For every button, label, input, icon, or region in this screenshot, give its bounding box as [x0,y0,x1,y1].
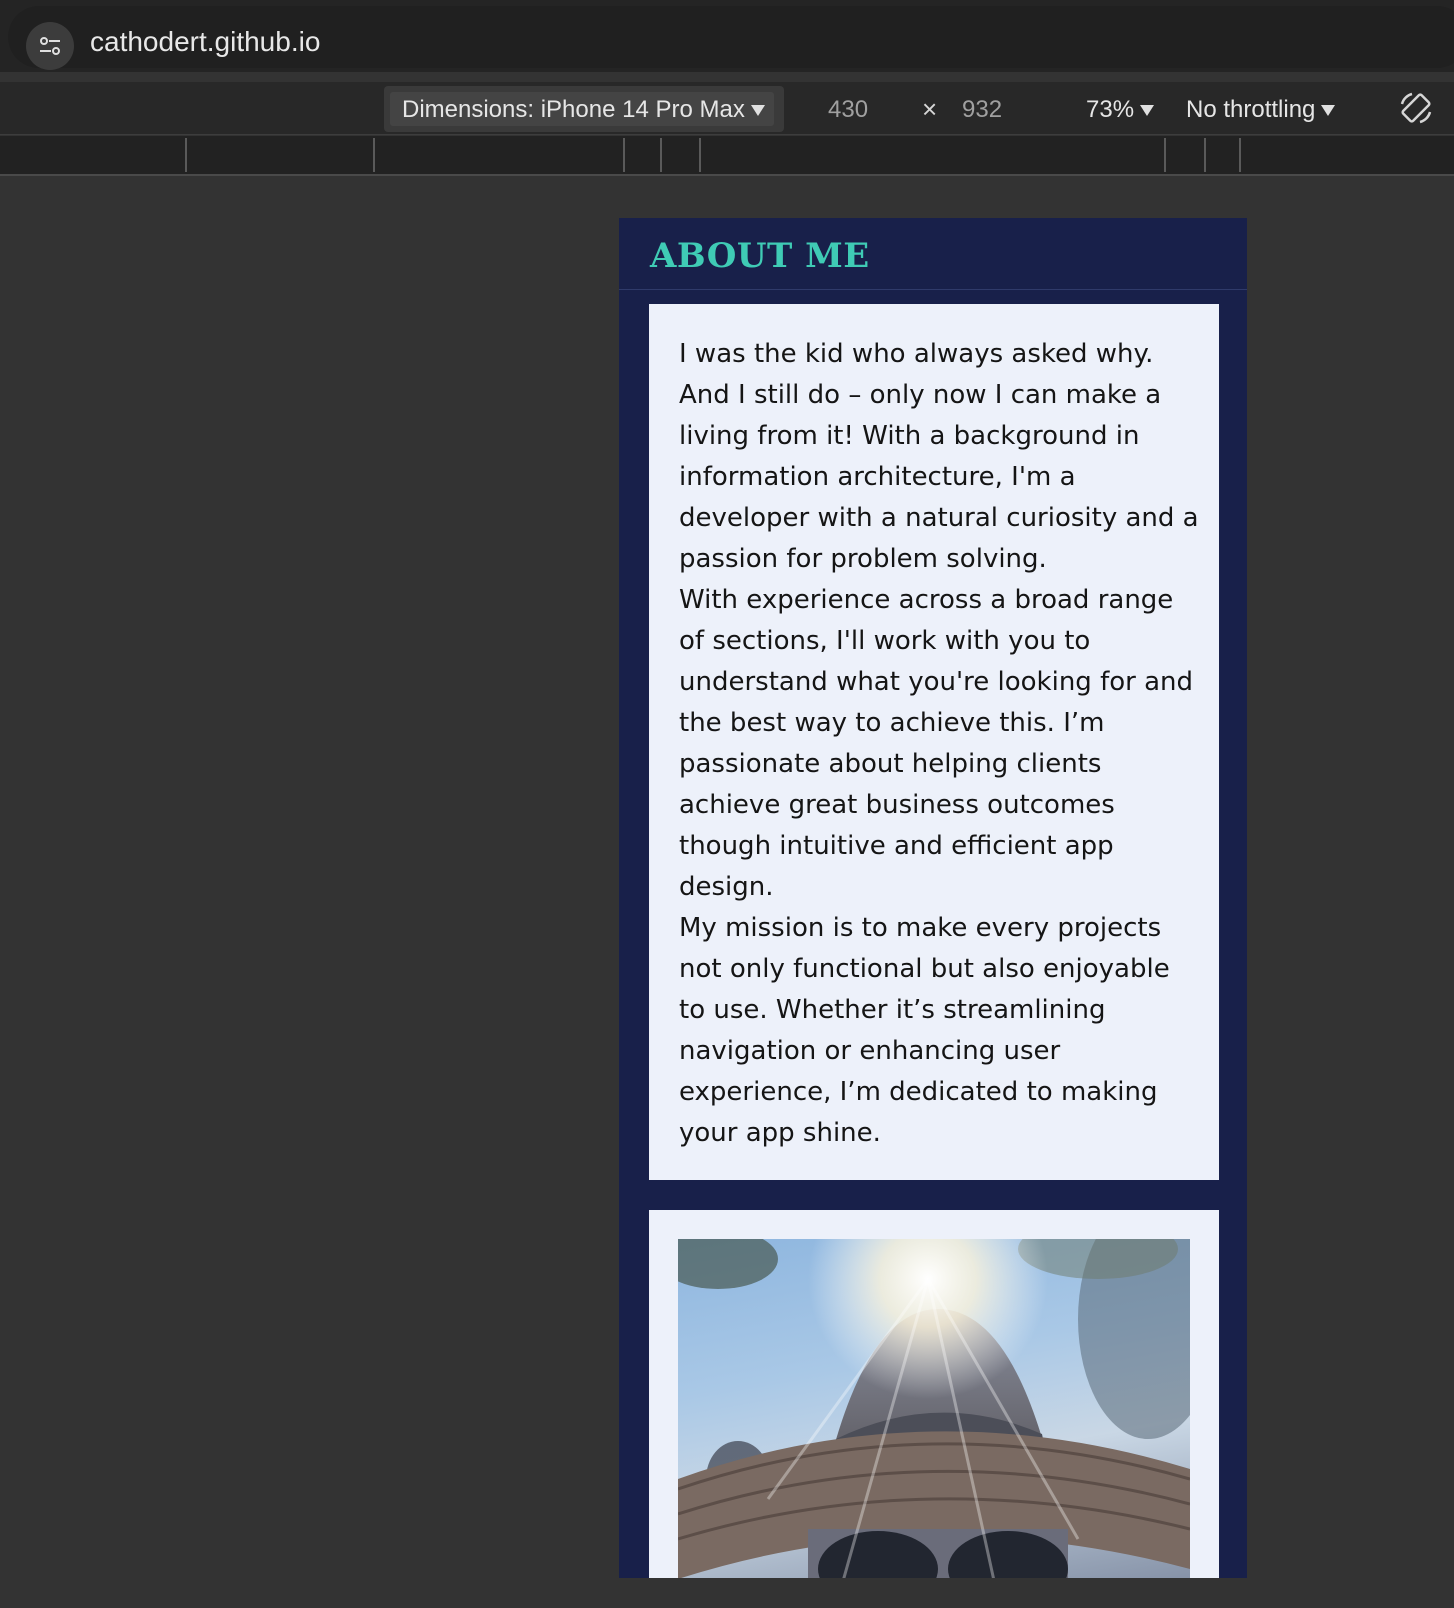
device-toolbar: Dimensions: iPhone 14 Pro Max 430 × 932 … [0,82,1454,135]
dimensions-label: Dimensions: iPhone 14 Pro Max [402,96,745,123]
throttling-value: No throttling [1186,96,1316,123]
about-paragraph: I was the kid who always asked why. And … [679,339,1199,574]
ruler-tick [373,138,375,172]
chevron-down-icon [1321,105,1336,117]
ruler-tick [660,138,662,172]
ruler-tick [623,138,625,172]
omnibox[interactable]: cathodert.github.io [8,6,1454,70]
dimension-separator: × [922,94,938,124]
ruler-tick [1164,138,1166,172]
chevron-down-icon [1140,105,1155,117]
divider [619,289,1247,290]
about-card: I was the kid who always asked why. And … [649,304,1219,1180]
media-query-ruler[interactable] [0,136,1454,176]
width-input[interactable]: 430 [828,96,868,124]
ruler-tick [185,138,187,172]
profile-photo [678,1239,1190,1578]
tune-icon[interactable] [26,22,74,70]
photo-card [649,1210,1219,1578]
zoom-value: 73% [1086,96,1135,123]
dimensions-select[interactable]: Dimensions: iPhone 14 Pro Max [384,86,784,132]
address-bar: cathodert.github.io [0,0,1454,72]
zoom-select[interactable]: 73% [1086,96,1155,124]
about-paragraph: With experience across a broad range of … [679,585,1193,902]
url-text[interactable]: cathodert.github.io [90,26,320,58]
chevron-down-icon [750,105,765,117]
throttling-select[interactable]: No throttling [1186,96,1336,124]
about-paragraph: My mission is to make every projects not… [679,913,1170,1148]
rotate-icon[interactable] [1398,90,1434,133]
ruler-tick [1204,138,1206,172]
section-title: ABOUT ME [650,236,870,276]
height-input[interactable]: 932 [962,96,1002,124]
about-text: I was the kid who always asked why. And … [679,334,1199,1154]
device-viewport: ABOUT ME I was the kid who always asked … [619,218,1247,1578]
ruler-tick [1239,138,1241,172]
ruler-tick [699,138,701,172]
